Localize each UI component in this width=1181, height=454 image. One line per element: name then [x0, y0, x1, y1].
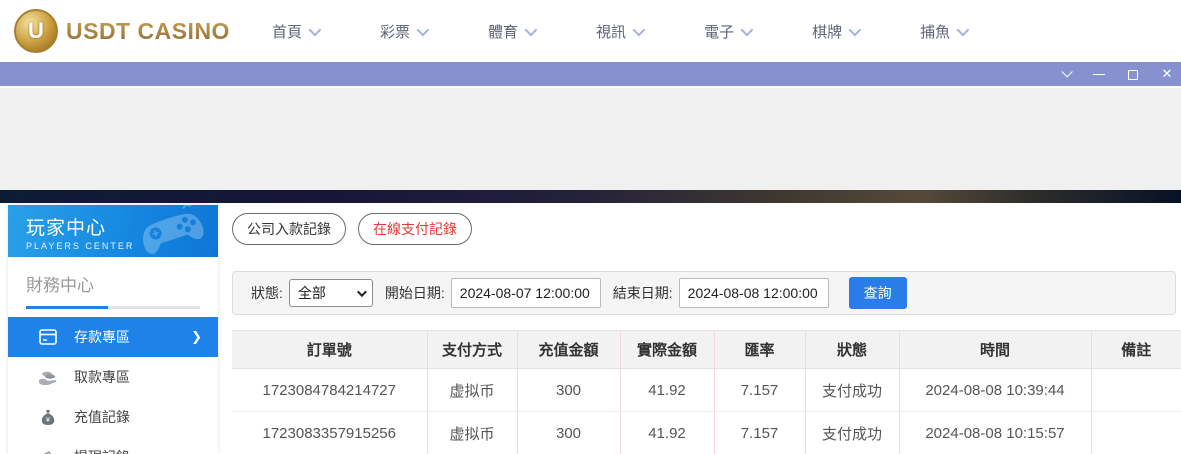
nav-item-chess-cards[interactable]: 棋牌 — [812, 21, 862, 42]
sidebar-section-underline — [26, 306, 200, 309]
window-minimize-icon[interactable] — [1089, 64, 1109, 84]
status-filter-label: 狀態: — [251, 285, 283, 301]
brand-logo[interactable]: U USDT CASINO — [0, 9, 272, 53]
sidebar-item-label: 取款專區 — [74, 369, 130, 385]
table-header: 訂單號 支付方式 充值金額 實際金額 匯率 狀態 時間 備註 — [232, 330, 1181, 369]
sidebar-header: 玩家中心 PLAYERS CENTER — [8, 205, 218, 257]
chevron-down-icon — [956, 23, 970, 36]
nav-item-slots[interactable]: 電子 — [704, 21, 754, 42]
chevron-down-icon — [416, 23, 430, 36]
col-header-exchange-rate: 匯率 — [713, 330, 805, 369]
nav-item-label: 視訊 — [596, 23, 627, 41]
col-header-payment-method: 支付方式 — [426, 330, 517, 369]
nav-item-sports[interactable]: 體育 — [488, 21, 538, 42]
window-close-icon[interactable]: ✕ — [1157, 64, 1177, 84]
nav-item-label: 彩票 — [380, 23, 411, 41]
cell-time: 2024-08-08 10:15:57 — [898, 411, 1091, 454]
end-date-input[interactable] — [678, 278, 829, 308]
deposit-card-icon — [38, 328, 58, 346]
table-row: 1723083357915256 虚拟币 300 41.92 7.157 支付成… — [232, 411, 1181, 454]
window-maximize-icon[interactable] — [1123, 64, 1143, 84]
cell-actual-amount: 41.92 — [619, 368, 714, 412]
sidebar-item-deposit-zone[interactable]: 存款專區 ❯ — [8, 317, 218, 357]
nav-item-label: 電子 — [704, 23, 735, 41]
col-header-actual-amount: 實際金額 — [619, 330, 714, 369]
sidebar-item-label: 提現記錄 — [74, 447, 130, 454]
col-header-status: 狀態 — [804, 330, 899, 369]
cell-actual-amount: 41.92 — [619, 411, 714, 454]
cell-remark — [1090, 368, 1181, 412]
logo-coin-icon: U — [14, 9, 58, 53]
chevron-down-icon — [356, 286, 367, 297]
table-row: 1723084784214727 虚拟币 300 41.92 7.157 支付成… — [232, 368, 1181, 412]
chevron-down-icon — [740, 23, 754, 36]
money-bag-icon: ¥ — [38, 408, 58, 426]
query-button[interactable]: 查詢 — [848, 277, 907, 309]
col-header-time: 時間 — [898, 330, 1091, 369]
cell-exchange-rate: 7.157 — [713, 368, 805, 412]
nav-item-label: 捕魚 — [920, 23, 951, 41]
cell-status: 支付成功 — [804, 368, 899, 412]
withdraw-hand-icon — [38, 368, 58, 386]
col-header-order-no: 訂單號 — [232, 330, 427, 369]
sidebar-section-title: 財務中心 — [26, 276, 94, 295]
col-header-remark: 備註 — [1090, 330, 1181, 369]
tab-online-payment-records[interactable]: 在線支付記錄 — [358, 213, 472, 245]
top-navigation-bar: U USDT CASINO 首頁 彩票 體育 視訊 電子 棋牌 捕魚 — [0, 0, 1181, 62]
start-date-label: 開始日期: — [384, 285, 445, 301]
chevron-down-icon — [524, 23, 538, 36]
cell-status: 支付成功 — [804, 411, 899, 454]
players-center-sidebar: 玩家中心 PLAYERS CENTER 財務中心 存款專區 ❯ 取款專區 ¥ 充… — [8, 205, 218, 454]
chevron-down-icon — [632, 23, 646, 36]
banner-bottom-strip — [0, 190, 1181, 203]
window-collapse-icon[interactable] — [1055, 64, 1075, 84]
cell-exchange-rate: 7.157 — [713, 411, 805, 454]
cell-order-no: 1723084784214727 — [232, 368, 427, 412]
logo-letter: U — [28, 18, 44, 43]
nav-item-label: 體育 — [488, 23, 519, 41]
nav-item-home[interactable]: 首頁 — [272, 21, 322, 42]
chevron-down-icon — [848, 23, 862, 36]
page-content: 玩家中心 PLAYERS CENTER 財務中心 存款專區 ❯ 取款專區 ¥ 充… — [0, 203, 1181, 454]
nav-item-fishing[interactable]: 捕魚 — [920, 21, 970, 42]
banknote-icon — [38, 448, 58, 454]
sidebar-item-recharge-records[interactable]: ¥ 充值記錄 — [8, 397, 218, 437]
nav-item-live-video[interactable]: 視訊 — [596, 21, 646, 42]
chevron-right-icon: ❯ — [191, 329, 202, 344]
filter-bar: 狀態: 全部 開始日期: 結束日期: 查詢 — [232, 271, 1176, 315]
status-select[interactable]: 全部 — [288, 279, 373, 307]
cell-remark — [1090, 411, 1181, 454]
cell-order-no: 1723083357915256 — [232, 411, 427, 454]
chevron-down-icon — [308, 23, 322, 36]
cell-payment-method: 虚拟币 — [426, 411, 517, 454]
payment-records-table: 訂單號 支付方式 充值金額 實際金額 匯率 狀態 時間 備註 172308478… — [232, 330, 1181, 454]
sidebar-item-withdraw-zone[interactable]: 取款專區 — [8, 357, 218, 397]
nav-menu: 首頁 彩票 體育 視訊 電子 棋牌 捕魚 — [272, 21, 1028, 42]
nav-item-label: 首頁 — [272, 23, 303, 41]
nav-item-label: 棋牌 — [812, 23, 843, 41]
record-tabs: 公司入款記錄 在線支付記錄 — [232, 213, 1181, 245]
sidebar-menu: 存款專區 ❯ 取款專區 ¥ 充值記錄 提現記錄 — [8, 317, 218, 454]
banner-placeholder-area — [0, 88, 1181, 190]
sidebar-section: 財務中心 — [8, 257, 218, 309]
records-main-panel: 公司入款記錄 在線支付記錄 狀態: 全部 開始日期: 結束日期: 查詢 訂單號 — [218, 203, 1181, 454]
nav-item-lottery[interactable]: 彩票 — [380, 21, 430, 42]
start-date-input[interactable] — [450, 278, 601, 308]
window-titlebar: ✕ — [0, 62, 1181, 88]
cell-time: 2024-08-08 10:39:44 — [898, 368, 1091, 412]
sidebar-item-withdrawal-records[interactable]: 提現記錄 — [8, 437, 218, 454]
logo-text: USDT CASINO — [66, 17, 230, 44]
cell-recharge-amount: 300 — [516, 411, 620, 454]
sidebar-item-label: 存款專區 — [74, 329, 130, 345]
status-select-value: 全部 — [297, 285, 326, 301]
col-header-recharge-amount: 充值金額 — [516, 330, 620, 369]
svg-text:¥: ¥ — [46, 417, 50, 424]
sidebar-item-label: 充值記錄 — [74, 409, 130, 425]
cell-recharge-amount: 300 — [516, 368, 620, 412]
tab-company-deposit-records[interactable]: 公司入款記錄 — [232, 213, 346, 245]
cell-payment-method: 虚拟币 — [426, 368, 517, 412]
end-date-label: 結束日期: — [612, 285, 673, 301]
